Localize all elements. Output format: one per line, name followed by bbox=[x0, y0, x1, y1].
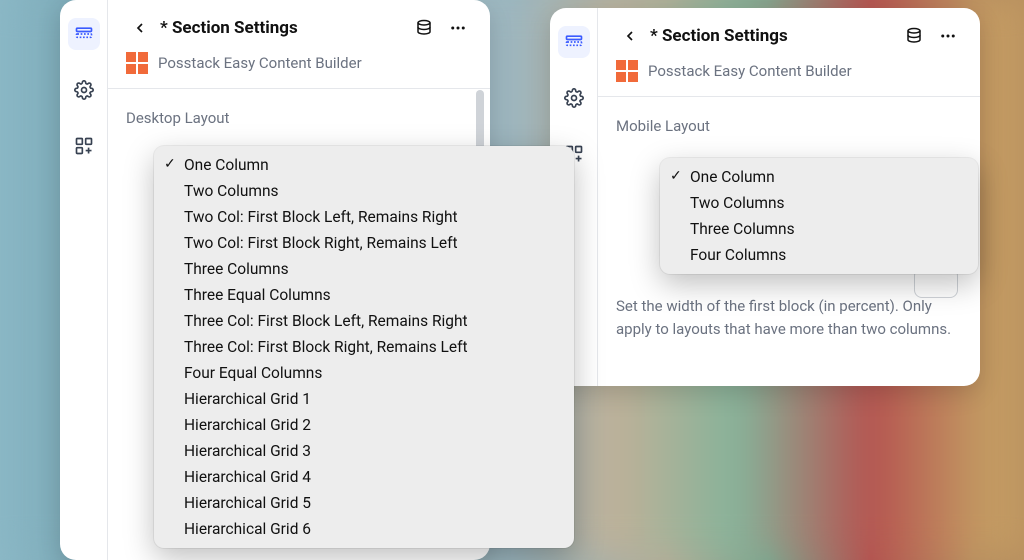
dropdown-option[interactable]: Hierarchical Grid 3 bbox=[154, 438, 574, 464]
dropdown-option[interactable]: One Column bbox=[154, 152, 574, 178]
side-toolbar bbox=[60, 0, 108, 560]
dropdown-option[interactable]: Three Col: First Block Left, Remains Rig… bbox=[154, 308, 574, 334]
dropdown-option[interactable]: Three Columns bbox=[154, 256, 574, 282]
back-button[interactable] bbox=[126, 14, 154, 42]
dropdown-option[interactable]: Three Columns bbox=[660, 216, 978, 242]
desktop-layout-label: Desktop Layout bbox=[126, 109, 472, 127]
panel-subtitle: Posstack Easy Content Builder bbox=[158, 54, 362, 72]
settings-panel-mobile: * Section Settings Posstack Easy Content… bbox=[550, 8, 980, 386]
panel-title: * Section Settings bbox=[160, 18, 404, 38]
app-brand-icon bbox=[126, 52, 148, 74]
dropdown-option[interactable]: Two Columns bbox=[660, 190, 978, 216]
dropdown-option[interactable]: Four Columns bbox=[660, 242, 978, 268]
scrollbar[interactable] bbox=[476, 90, 484, 150]
more-icon[interactable] bbox=[444, 14, 472, 42]
dropdown-option[interactable]: Hierarchical Grid 6 bbox=[154, 516, 574, 542]
app-brand-icon bbox=[616, 60, 638, 82]
mobile-layout-dropdown[interactable]: One ColumnTwo ColumnsThree ColumnsFour C… bbox=[660, 158, 978, 274]
desktop-layout-dropdown[interactable]: One ColumnTwo ColumnsTwo Col: First Bloc… bbox=[154, 146, 574, 548]
sections-icon[interactable] bbox=[68, 18, 100, 50]
database-icon[interactable] bbox=[900, 22, 928, 50]
dropdown-option[interactable]: Two Col: First Block Right, Remains Left bbox=[154, 230, 574, 256]
dropdown-option[interactable]: One Column bbox=[660, 164, 978, 190]
more-icon[interactable] bbox=[934, 22, 962, 50]
dropdown-option[interactable]: Three Col: First Block Right, Remains Le… bbox=[154, 334, 574, 360]
database-icon[interactable] bbox=[410, 14, 438, 42]
panel-content: * Section Settings Posstack Easy Content… bbox=[598, 8, 980, 386]
panel-title: * Section Settings bbox=[650, 26, 894, 46]
panel-content: * Section Settings Posstack Easy Content… bbox=[108, 0, 490, 560]
settings-panel-desktop: * Section Settings Posstack Easy Content… bbox=[60, 0, 490, 560]
gear-icon[interactable] bbox=[558, 82, 590, 114]
back-button[interactable] bbox=[616, 22, 644, 50]
mobile-layout-label: Mobile Layout bbox=[616, 117, 962, 135]
gear-icon[interactable] bbox=[68, 74, 100, 106]
sections-icon[interactable] bbox=[558, 26, 590, 58]
dropdown-option[interactable]: Hierarchical Grid 1 bbox=[154, 386, 574, 412]
panel-subtitle: Posstack Easy Content Builder bbox=[648, 62, 852, 80]
dropdown-option[interactable]: Three Equal Columns bbox=[154, 282, 574, 308]
dropdown-option[interactable]: Hierarchical Grid 4 bbox=[154, 464, 574, 490]
help-text: Set the width of the first block (in per… bbox=[616, 295, 962, 340]
dropdown-option[interactable]: Two Col: First Block Left, Remains Right bbox=[154, 204, 574, 230]
dropdown-option[interactable]: Hierarchical Grid 2 bbox=[154, 412, 574, 438]
apps-icon[interactable] bbox=[68, 130, 100, 162]
dropdown-option[interactable]: Two Columns bbox=[154, 178, 574, 204]
dropdown-option[interactable]: Four Equal Columns bbox=[154, 360, 574, 386]
dropdown-option[interactable]: Hierarchical Grid 5 bbox=[154, 490, 574, 516]
